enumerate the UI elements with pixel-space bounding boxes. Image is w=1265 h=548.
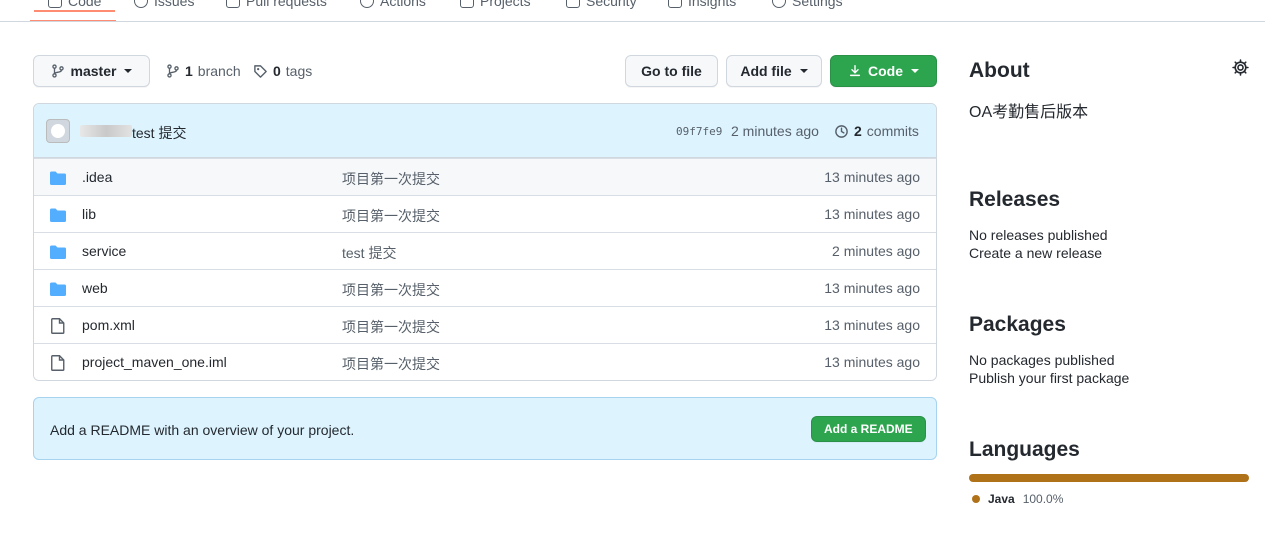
releases-heading[interactable]: Releases <box>969 188 1249 212</box>
file-commit-message[interactable]: 项目第一次提交 <box>342 354 440 374</box>
language-item[interactable]: Java 100.0% <box>972 492 1063 506</box>
file-icon <box>51 355 65 371</box>
actions-icon <box>360 0 374 8</box>
tab-actions[interactable]: Actions <box>360 0 426 12</box>
table-row[interactable]: pom.xml 项目第一次提交 13 minutes ago <box>34 306 936 343</box>
tag-count: 0 <box>273 63 281 79</box>
active-tab-indicator <box>30 20 116 21</box>
tab-insights[interactable]: Insights <box>668 0 736 12</box>
issue-icon <box>134 0 148 8</box>
tab-pull-requests[interactable]: Pull requests <box>226 0 327 12</box>
languages-heading: Languages <box>969 438 1080 461</box>
table-row[interactable]: web 项目第一次提交 13 minutes ago <box>34 269 936 306</box>
folder-icon <box>50 171 66 185</box>
branch-name: master <box>70 63 117 79</box>
file-name[interactable]: web <box>82 280 108 296</box>
latest-commit-bar: test 提交 09f7fe9 2 minutes ago 2 commits <box>34 104 936 158</box>
table-row[interactable]: .idea 项目第一次提交 13 minutes ago <box>34 158 936 195</box>
releases-empty-text: No releases published <box>969 227 1108 243</box>
history-icon <box>835 124 848 138</box>
file-commit-time: 2 minutes ago <box>832 243 920 259</box>
file-name[interactable]: lib <box>82 206 96 222</box>
add-readme-banner: Add a README with an overview of your pr… <box>33 397 937 460</box>
repo-nav: Code Issues Pull requests Actions Projec… <box>0 0 1265 22</box>
pull-request-icon <box>226 0 240 8</box>
file-name[interactable]: service <box>82 243 126 259</box>
table-row[interactable]: project_maven_one.iml 项目第一次提交 13 minutes… <box>34 343 936 380</box>
file-commit-message[interactable]: test 提交 <box>342 243 396 263</box>
file-name[interactable]: project_maven_one.iml <box>82 354 227 370</box>
packages-empty-text: No packages published <box>969 352 1115 368</box>
chevron-down-icon <box>124 69 133 73</box>
file-commit-message[interactable]: 项目第一次提交 <box>342 280 440 300</box>
commit-sha[interactable]: 09f7fe9 <box>676 125 722 138</box>
file-list: test 提交 09f7fe9 2 minutes ago 2 commits … <box>33 103 937 381</box>
tab-code[interactable]: Code <box>33 0 117 12</box>
language-bar <box>969 474 1249 482</box>
git-branch-icon <box>167 64 179 78</box>
file-name[interactable]: .idea <box>82 169 112 185</box>
table-row[interactable]: lib 项目第一次提交 13 minutes ago <box>34 195 936 232</box>
tab-issues[interactable]: Issues <box>134 0 194 12</box>
tab-settings[interactable]: Settings <box>772 0 843 12</box>
avatar[interactable] <box>46 119 70 143</box>
file-commit-time: 13 minutes ago <box>824 280 920 296</box>
branch-label: branch <box>197 63 241 79</box>
code-button[interactable]: Code <box>830 55 937 87</box>
file-commit-time: 13 minutes ago <box>824 354 920 370</box>
file-commit-message[interactable]: 项目第一次提交 <box>342 169 440 189</box>
folder-icon <box>50 245 66 259</box>
table-row[interactable]: service test 提交 2 minutes ago <box>34 232 936 269</box>
folder-icon <box>50 208 66 222</box>
branch-count: 1 <box>185 63 193 79</box>
publish-package-link[interactable]: Publish your first package <box>969 370 1249 386</box>
file-commit-time: 13 minutes ago <box>824 317 920 333</box>
file-commit-time: 13 minutes ago <box>824 169 920 185</box>
git-branch-icon <box>51 64 64 78</box>
branches-link[interactable]: 1 branch <box>166 62 241 80</box>
code-icon <box>48 0 62 8</box>
repo-description: OA考勤售后版本 <box>969 104 1089 121</box>
tab-projects[interactable]: Projects <box>460 0 531 12</box>
file-icon <box>51 318 65 334</box>
projects-icon <box>460 0 474 8</box>
gear-icon[interactable] <box>1232 59 1249 76</box>
author-name-redacted <box>80 125 132 137</box>
file-commit-time: 13 minutes ago <box>824 206 920 222</box>
commit-count-label: commits <box>866 123 919 139</box>
java-color-dot <box>972 495 980 503</box>
gear-icon <box>772 0 786 8</box>
download-icon <box>849 65 861 77</box>
latest-commit-message[interactable]: test 提交 <box>132 123 186 143</box>
branch-select-button[interactable]: master <box>33 55 150 87</box>
tag-label: tags <box>285 63 313 79</box>
commit-time: 2 minutes ago <box>731 123 819 139</box>
file-commit-message[interactable]: 项目第一次提交 <box>342 317 440 337</box>
go-to-file-button[interactable]: Go to file <box>625 55 718 87</box>
add-file-button[interactable]: Add file <box>726 55 822 87</box>
tag-icon <box>254 64 267 78</box>
chevron-down-icon <box>911 69 919 73</box>
about-heading: About <box>969 59 1030 82</box>
create-release-link[interactable]: Create a new release <box>969 245 1249 261</box>
folder-icon <box>50 282 66 296</box>
graph-icon <box>668 0 682 8</box>
language-name: Java <box>988 492 1015 506</box>
add-readme-button[interactable]: Add a README <box>811 416 926 442</box>
tags-link[interactable]: 0 tags <box>253 62 312 80</box>
commits-link[interactable]: 2 commits <box>834 123 919 139</box>
readme-prompt: Add a README with an overview of your pr… <box>50 422 355 438</box>
file-name[interactable]: pom.xml <box>82 317 135 333</box>
commit-count: 2 <box>854 123 862 139</box>
language-percent: 100.0% <box>1022 492 1064 506</box>
chevron-down-icon <box>799 69 808 73</box>
file-commit-message[interactable]: 项目第一次提交 <box>342 206 440 226</box>
packages-heading[interactable]: Packages <box>969 313 1249 337</box>
shield-icon <box>566 0 580 8</box>
tab-security[interactable]: Security <box>566 0 637 12</box>
